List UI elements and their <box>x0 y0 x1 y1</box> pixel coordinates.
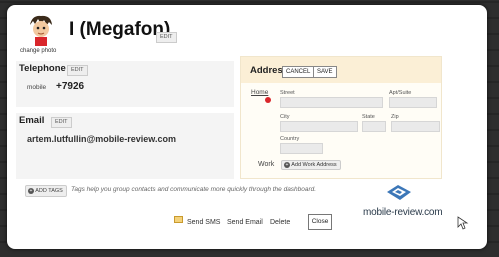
close-button[interactable]: Close <box>308 214 332 230</box>
plus-icon: + <box>284 161 290 168</box>
contact-dialog: change photo I (Megafon) EDIT Telephone … <box>7 5 487 249</box>
sms-icon <box>174 216 183 223</box>
address-header: Address CANCEL SAVE <box>241 57 441 83</box>
avatar[interactable] <box>24 13 57 46</box>
edit-name-button[interactable]: EDIT <box>156 32 177 43</box>
street-input[interactable] <box>280 97 383 108</box>
change-photo-link[interactable]: change photo <box>20 48 56 54</box>
cursor-icon <box>457 216 469 230</box>
state-label: State <box>362 114 375 120</box>
zip-label: Zip <box>391 114 399 120</box>
edit-telephone-button[interactable]: EDIT <box>67 65 88 76</box>
work-label: Work <box>258 161 275 168</box>
send-email-button[interactable]: Send Email <box>227 219 263 226</box>
street-label: Street <box>280 90 295 96</box>
home-marker-icon <box>265 97 271 103</box>
apt-input[interactable] <box>389 97 437 108</box>
state-input[interactable] <box>362 121 386 132</box>
email-title: Email <box>19 115 45 126</box>
tags-help-text: Tags help you group contacts and communi… <box>71 186 317 193</box>
cancel-button[interactable]: CANCEL <box>282 66 315 78</box>
phone-number: +7926 <box>56 81 85 92</box>
send-sms-button[interactable]: Send SMS <box>187 219 220 226</box>
email-section <box>16 113 234 179</box>
country-input[interactable] <box>280 143 323 154</box>
plus-icon: + <box>28 187 34 194</box>
apt-label: Apt/Suite <box>389 90 412 96</box>
watermark-text: mobile-review.com <box>363 207 443 218</box>
city-input[interactable] <box>280 121 358 132</box>
edit-email-button[interactable]: EDIT <box>51 117 72 128</box>
city-label: City <box>280 114 290 120</box>
country-label: Country <box>280 136 300 142</box>
add-tags-button[interactable]: + ADD TAGS <box>25 185 67 197</box>
delete-button[interactable]: Delete <box>270 219 290 226</box>
telephone-title: Telephone <box>19 63 66 74</box>
add-work-address-button[interactable]: + Add Work Address <box>281 160 341 170</box>
phone-type-label: mobile <box>27 84 47 91</box>
address-panel: Address CANCEL SAVE Home Street Apt/Suit… <box>240 56 442 179</box>
save-button[interactable]: SAVE <box>313 66 337 78</box>
add-tags-label: ADD TAGS <box>35 188 63 194</box>
zip-input[interactable] <box>391 121 440 132</box>
add-work-address-label: Add Work Address <box>291 162 337 168</box>
home-label[interactable]: Home <box>251 89 268 96</box>
mobile-review-logo-icon <box>387 185 411 200</box>
email-address: artem.lutfullin@mobile-review.com <box>27 134 176 144</box>
